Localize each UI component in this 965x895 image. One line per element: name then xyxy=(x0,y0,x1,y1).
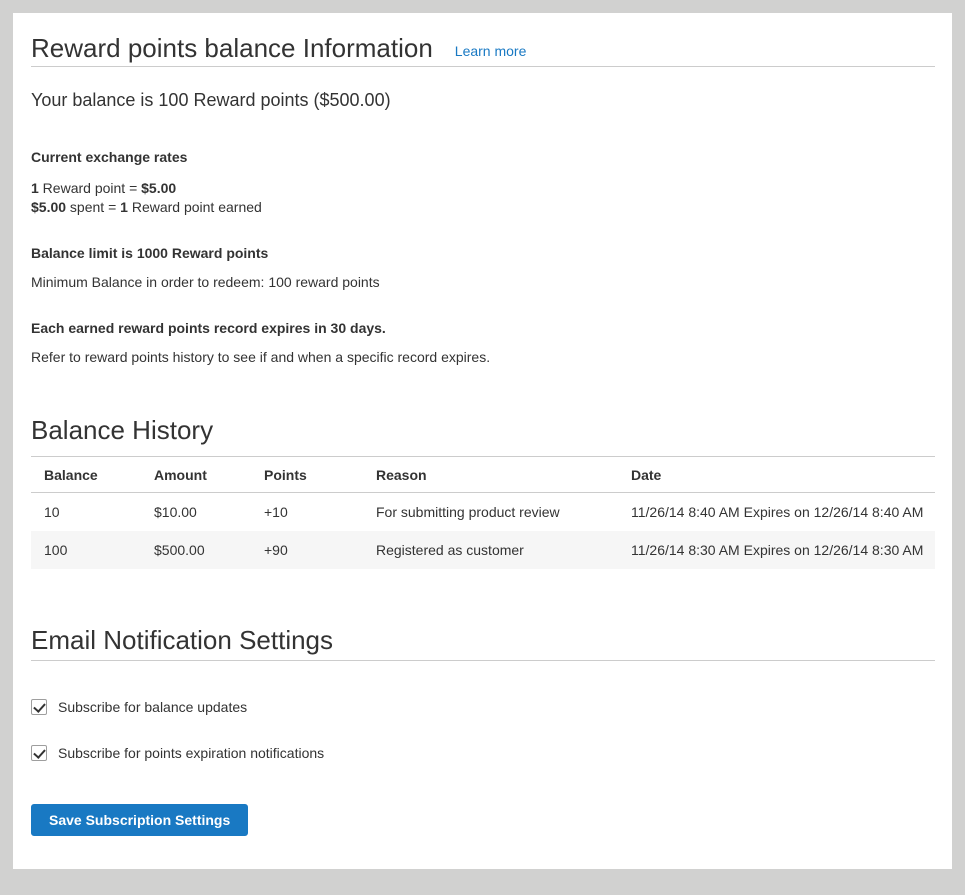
subscribe-balance-updates-option: Subscribe for balance updates xyxy=(31,697,935,717)
exchange-rate-line-1: 1 Reward point = $5.00 xyxy=(31,180,176,196)
column-header-reason: Reason xyxy=(363,457,618,493)
cell-reason: Registered as customer xyxy=(363,531,618,569)
save-subscription-settings-button[interactable]: Save Subscription Settings xyxy=(31,804,248,836)
cell-date: 11/26/14 8:30 AM Expires on 12/26/14 8:3… xyxy=(618,531,935,569)
column-header-points: Points xyxy=(251,457,363,493)
subscribe-expiration-option: Subscribe for points expiration notifica… xyxy=(31,743,935,763)
balance-history-table: Balance Amount Points Reason Date 10 $10… xyxy=(31,456,935,569)
expiration-title: Each earned reward points record expires… xyxy=(31,318,935,338)
page-title: Reward points balance Information xyxy=(31,33,433,64)
balance-history-title: Balance History xyxy=(31,415,935,446)
column-header-date: Date xyxy=(618,457,935,493)
cell-amount: $500.00 xyxy=(141,531,251,569)
column-header-balance: Balance xyxy=(31,457,141,493)
cell-amount: $10.00 xyxy=(141,493,251,532)
balance-summary: Your balance is 100 Reward points ($500.… xyxy=(31,89,935,111)
table-row: 10 $10.00 +10 For submitting product rev… xyxy=(31,493,935,532)
cell-points: +90 xyxy=(251,531,363,569)
cell-balance: 10 xyxy=(31,493,141,532)
page-header: Reward points balance Information Learn … xyxy=(31,13,935,67)
column-header-amount: Amount xyxy=(141,457,251,493)
cell-points: +10 xyxy=(251,493,363,532)
expiration-hint: Refer to reward points history to see if… xyxy=(31,347,935,367)
exchange-rates-title: Current exchange rates xyxy=(31,147,935,167)
email-notification-settings-title: Email Notification Settings xyxy=(31,625,935,661)
learn-more-link[interactable]: Learn more xyxy=(455,43,527,59)
cell-date: 11/26/14 8:40 AM Expires on 12/26/14 8:4… xyxy=(618,493,935,532)
cell-balance: 100 xyxy=(31,531,141,569)
subscribe-expiration-checkbox[interactable] xyxy=(31,745,47,761)
exchange-rates: 1 Reward point = $5.00 $5.00 spent = 1 R… xyxy=(31,179,935,217)
subscribe-balance-updates-checkbox[interactable] xyxy=(31,699,47,715)
table-header-row: Balance Amount Points Reason Date xyxy=(31,457,935,493)
table-row: 100 $500.00 +90 Registered as customer 1… xyxy=(31,531,935,569)
balance-limit-title: Balance limit is 1000 Reward points xyxy=(31,243,935,263)
minimum-balance-note: Minimum Balance in order to redeem: 100 … xyxy=(31,272,935,292)
subscribe-balance-updates-label[interactable]: Subscribe for balance updates xyxy=(58,697,247,717)
reward-points-page: Reward points balance Information Learn … xyxy=(13,13,952,869)
subscribe-expiration-label[interactable]: Subscribe for points expiration notifica… xyxy=(58,743,324,763)
exchange-rate-line-2: $5.00 spent = 1 Reward point earned xyxy=(31,199,262,215)
cell-reason: For submitting product review xyxy=(363,493,618,532)
